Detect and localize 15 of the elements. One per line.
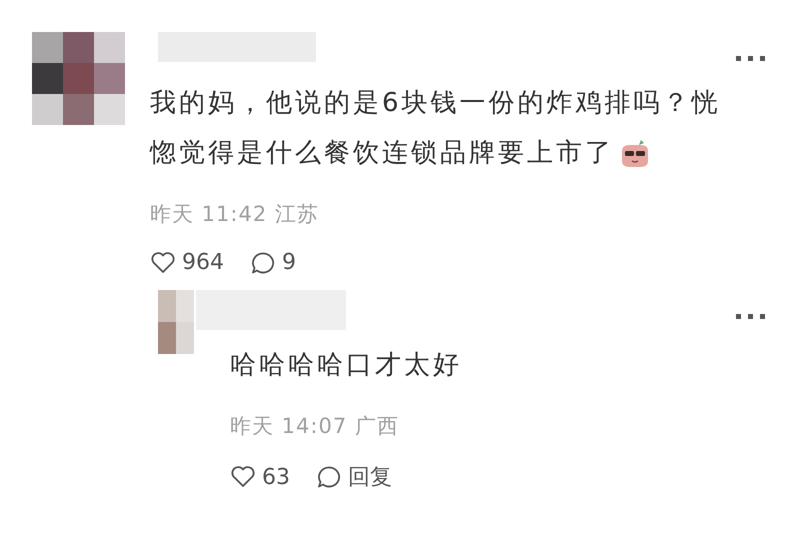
comment-meta: 昨天 14:07 广西	[230, 413, 400, 440]
avatar[interactable]	[32, 32, 125, 125]
like-count: 63	[262, 464, 290, 490]
more-icon[interactable]	[736, 54, 766, 62]
comment-meta: 昨天 11:42 江苏	[150, 201, 320, 228]
comment-text: 我的妈，他说的是6块钱一份的炸鸡排吗？恍惚觉得是什么餐饮连锁品牌要上市了	[150, 87, 722, 171]
comment-text: 哈哈哈哈口才太好	[230, 349, 463, 382]
heart-icon[interactable]	[150, 250, 176, 274]
like-count: 964	[182, 250, 224, 275]
heart-icon[interactable]	[230, 465, 256, 489]
comment-icon[interactable]	[250, 250, 276, 274]
comment-icon[interactable]	[316, 465, 342, 489]
more-icon[interactable]	[736, 312, 766, 320]
comment-count: 9	[282, 250, 296, 275]
reply-link[interactable]: 回复	[348, 462, 392, 492]
